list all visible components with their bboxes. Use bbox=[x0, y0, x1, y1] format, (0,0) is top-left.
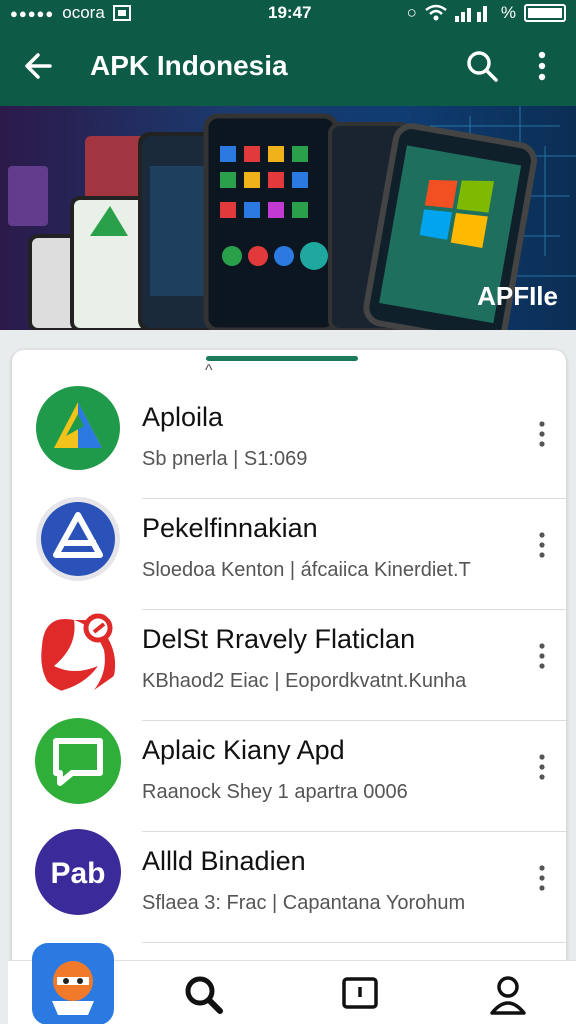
status-bar: ●●●●● ocora 19:47 ○ % bbox=[0, 0, 576, 28]
page-title: APK Indonesia bbox=[90, 50, 288, 81]
app-name: Allld Binadien bbox=[142, 846, 306, 876]
chat-bubble-icon bbox=[35, 718, 121, 804]
more-vert-icon[interactable] bbox=[530, 638, 554, 674]
alarm-icon: ○ bbox=[406, 3, 417, 22]
red-swirl-icon bbox=[41, 613, 116, 692]
status-time: 19:47 bbox=[268, 3, 312, 22]
promo-banner[interactable]: APFIle bbox=[0, 106, 576, 330]
cell-signal-icon bbox=[454, 6, 487, 22]
app-name: DelSt Rravely Flaticlan bbox=[142, 624, 416, 654]
app-subtitle: Sb pnerla | S1:069 bbox=[142, 448, 308, 470]
battery-percent: % bbox=[500, 3, 516, 22]
app-subtitle: Sflaea 3: Frac | Capantana Yorohum bbox=[142, 892, 466, 914]
blue-triangle-icon bbox=[36, 497, 120, 581]
more-vert-icon[interactable] bbox=[530, 860, 554, 896]
robot-app-icon[interactable] bbox=[30, 941, 116, 1024]
back-arrow-icon[interactable] bbox=[20, 46, 60, 86]
banner-label: APFIle bbox=[477, 281, 558, 311]
inbox-icon[interactable] bbox=[336, 971, 384, 1019]
divider bbox=[142, 942, 566, 943]
app-name: Aplaic Kiany Apd bbox=[142, 735, 345, 765]
list-item[interactable]: DelSt Rravely Flaticlan KBhaod2 Eiac | E… bbox=[12, 586, 566, 721]
profile-icon[interactable] bbox=[484, 971, 532, 1019]
app-name: Aploila bbox=[142, 402, 224, 432]
app-subtitle: KBhaod2 Eiac | Eopordkvatnt.Kunha bbox=[142, 670, 467, 692]
app-bar: APK Indonesia bbox=[0, 28, 576, 106]
app-list-sheet: ^ Aploila Sb pnerla | S1:069 Pekelfinnak… bbox=[12, 350, 566, 1024]
more-vert-icon[interactable] bbox=[530, 749, 554, 785]
bottom-nav bbox=[8, 943, 576, 1024]
carrier-name: ocora bbox=[62, 3, 105, 22]
pab-icon-text: Pab bbox=[50, 857, 105, 890]
drag-handle[interactable] bbox=[206, 356, 358, 361]
more-vert-icon[interactable] bbox=[530, 527, 554, 563]
signal-dots-icon: ●●●●● bbox=[10, 5, 55, 21]
wifi-icon bbox=[425, 4, 447, 21]
more-vert-icon[interactable] bbox=[522, 46, 562, 86]
list-item[interactable]: Aplaic Kiany Apd Raanock Shey 1 apartra … bbox=[12, 697, 566, 832]
app-subtitle: Raanock Shey 1 apartra 0006 bbox=[142, 781, 408, 803]
list-item[interactable]: Pekelfinnakian Sloedoa Kenton | áfcaiica… bbox=[12, 475, 566, 610]
app-name: Pekelfinnakian bbox=[142, 513, 318, 543]
more-vert-icon[interactable] bbox=[530, 416, 554, 452]
battery-icon bbox=[524, 4, 566, 22]
list-item[interactable]: Aploila Sb pnerla | S1:069 bbox=[12, 364, 566, 499]
list-item[interactable]: Pab Allld Binadien Sflaea 3: Frac | Capa… bbox=[12, 808, 566, 943]
notification-icon bbox=[112, 5, 131, 21]
green-triangle-icon bbox=[36, 386, 120, 470]
app-subtitle: Sloedoa Kenton | áfcaiica Kinerdiet.T bbox=[142, 559, 471, 581]
search-icon[interactable] bbox=[462, 46, 502, 86]
pab-icon: Pab bbox=[35, 829, 121, 915]
search-icon[interactable] bbox=[180, 971, 228, 1019]
